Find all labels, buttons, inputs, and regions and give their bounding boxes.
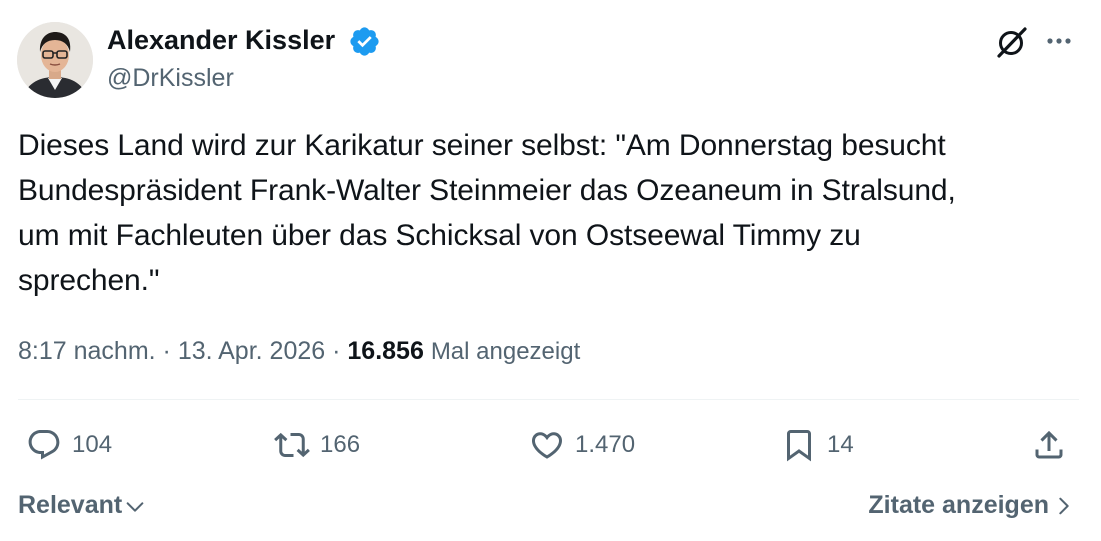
bookmark-count: 14: [827, 431, 854, 458]
bookmark-icon: [787, 430, 811, 462]
tweet-card: Alexander Kissler @DrKissler Dieses Land…: [0, 0, 1101, 541]
views-count: 16.856: [347, 337, 424, 365]
tweet-meta: 8:17 nachm. · 13. Apr. 2026 · 16.856 Mal…: [18, 333, 580, 370]
reply-button[interactable]: 104: [26, 424, 112, 466]
tweet-text: Dieses Land wird zur Karikatur seiner se…: [18, 129, 956, 297]
sort-label: Relevant: [18, 491, 123, 519]
divider: [18, 399, 1079, 400]
retweet-count: 166: [320, 431, 361, 458]
heart-icon: [531, 432, 563, 459]
retweet-icon: [274, 432, 310, 458]
author-handle[interactable]: @DrKissler: [107, 60, 234, 96]
avatar[interactable]: [17, 22, 93, 98]
grok-icon[interactable]: [994, 25, 1030, 59]
quotes-label: Zitate anzeigen: [868, 491, 1049, 519]
reply-count: 104: [72, 431, 113, 458]
view-quotes-link[interactable]: Zitate anzeigen: [868, 487, 1075, 523]
chevron-down-icon: [126, 502, 144, 512]
like-button[interactable]: 1.470: [529, 424, 635, 466]
meta-separator: ·: [155, 337, 178, 365]
share-icon: [1035, 430, 1063, 459]
retweet-button[interactable]: 166: [274, 424, 360, 466]
sort-relevant-dropdown[interactable]: Relevant: [18, 487, 146, 523]
views-label: Mal angezeigt: [430, 338, 581, 365]
bookmark-button[interactable]: 14: [781, 424, 854, 466]
share-button[interactable]: [1031, 424, 1067, 466]
chevron-right-icon: [1059, 497, 1069, 515]
verified-badge-icon[interactable]: [348, 25, 381, 58]
tweet-date[interactable]: 13. Apr. 2026: [178, 337, 325, 365]
avatar-image: [17, 22, 93, 98]
tweet-time[interactable]: 8:17 nachm.: [18, 337, 156, 365]
like-count: 1.470: [575, 431, 636, 458]
reply-icon: [28, 430, 60, 460]
meta-separator: ·: [325, 337, 348, 365]
author-name[interactable]: Alexander Kissler: [107, 22, 335, 58]
more-icon[interactable]: [1042, 26, 1076, 56]
